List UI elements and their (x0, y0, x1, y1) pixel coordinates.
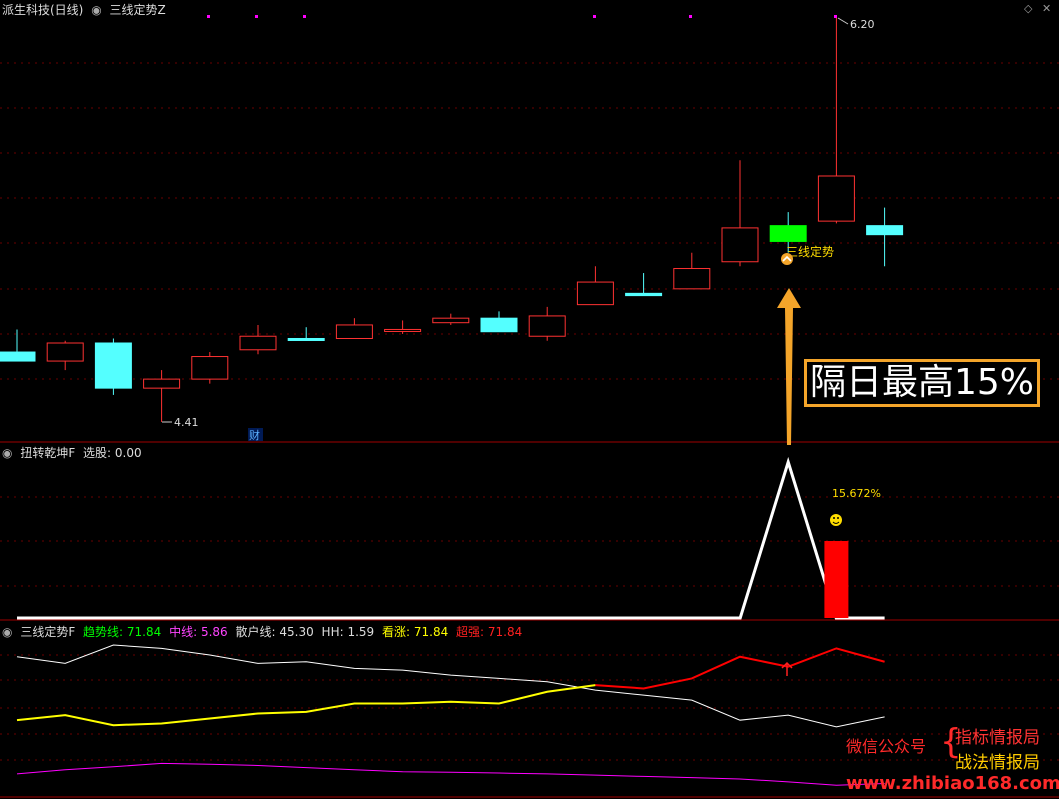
candle-body (287, 337, 325, 341)
candle-body (0, 351, 36, 362)
candle-body (432, 317, 470, 324)
strong-line (595, 647, 885, 690)
cai-badge[interactable]: 财 (248, 428, 263, 442)
candle-body (528, 315, 566, 337)
cai-label: 财 (249, 428, 260, 442)
watermark-url[interactable]: www.zhibiao168.com (846, 773, 1059, 794)
trend-line (16, 684, 596, 727)
candle-body (673, 268, 711, 290)
candle-body (866, 225, 904, 236)
candle-body (769, 225, 807, 242)
watermark-name2: 战法情报局 (955, 753, 1040, 773)
candle-body (94, 342, 132, 389)
arrow-up-icon (777, 288, 801, 445)
low-marker: 4.41 (162, 416, 199, 429)
signal-marker: 三线定势 (781, 244, 834, 265)
pct-label: 15.672% (832, 487, 881, 500)
candle-body (480, 317, 518, 333)
mid-line (16, 762, 885, 786)
top-markers (207, 15, 837, 18)
high-marker: 6.20 (837, 17, 875, 31)
smile-icon (830, 514, 842, 526)
candle-body (625, 292, 663, 297)
watermark-name1: 指标情报局 (955, 728, 1040, 748)
wechat-label: 微信公众号 (846, 737, 927, 756)
candle-body (335, 324, 373, 339)
candle-body (239, 335, 277, 351)
signal-line (17, 456, 885, 620)
candle-body (191, 356, 229, 380)
signal-icon (781, 253, 793, 265)
high-label: 6.20 (850, 18, 875, 31)
gain-bar (824, 541, 849, 618)
candle-body (143, 378, 181, 389)
candle-body (46, 342, 84, 362)
retail-line (16, 644, 885, 728)
candle-body (817, 175, 855, 222)
candle-body (576, 281, 614, 306)
candle-body (721, 227, 759, 263)
callout-box: 隔日最高15% (804, 359, 1040, 407)
signal-label: 三线定势 (786, 244, 834, 259)
candle-body (384, 328, 422, 332)
low-label: 4.41 (174, 416, 199, 429)
candlesticks (0, 18, 904, 422)
grid-lines (0, 62, 1059, 761)
